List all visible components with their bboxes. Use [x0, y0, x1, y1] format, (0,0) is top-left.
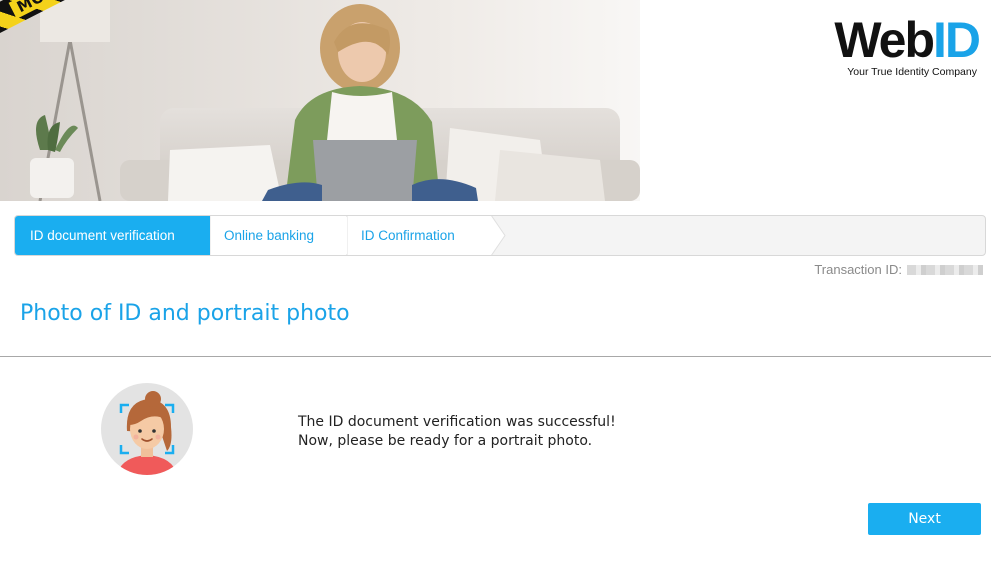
divider [0, 356, 991, 357]
page-title: Photo of ID and portrait photo [20, 301, 350, 326]
status-message: The ID document verification was success… [298, 413, 616, 451]
logo-text-web: Web [834, 12, 935, 68]
message-line-2: Now, please be ready for a portrait phot… [298, 433, 593, 449]
hero-banner: MODE TESTMODE WebID Your True Identity C… [0, 0, 991, 201]
step-label: ID Confirmation [361, 228, 455, 243]
transaction-id: Transaction ID: [814, 262, 983, 277]
step-label: ID document verification [30, 228, 175, 243]
progress-stepper: ID document verification Online banking … [14, 215, 986, 256]
logo-tagline: Your True Identity Company [847, 66, 977, 78]
step-online-banking: Online banking [210, 216, 360, 255]
step-id-document-verification: ID document verification [15, 216, 224, 255]
transaction-id-redacted [907, 264, 983, 275]
webid-logo: WebID Your True Identity Company [829, 15, 981, 78]
logo-text-id: ID [933, 12, 981, 68]
transaction-id-label: Transaction ID: [814, 262, 902, 277]
step-label: Online banking [224, 228, 315, 243]
message-line-1: The ID document verification was success… [298, 414, 616, 430]
step-id-confirmation: ID Confirmation [347, 216, 507, 255]
portrait-face-scan-icon [101, 383, 193, 475]
next-button[interactable]: Next [868, 503, 981, 535]
